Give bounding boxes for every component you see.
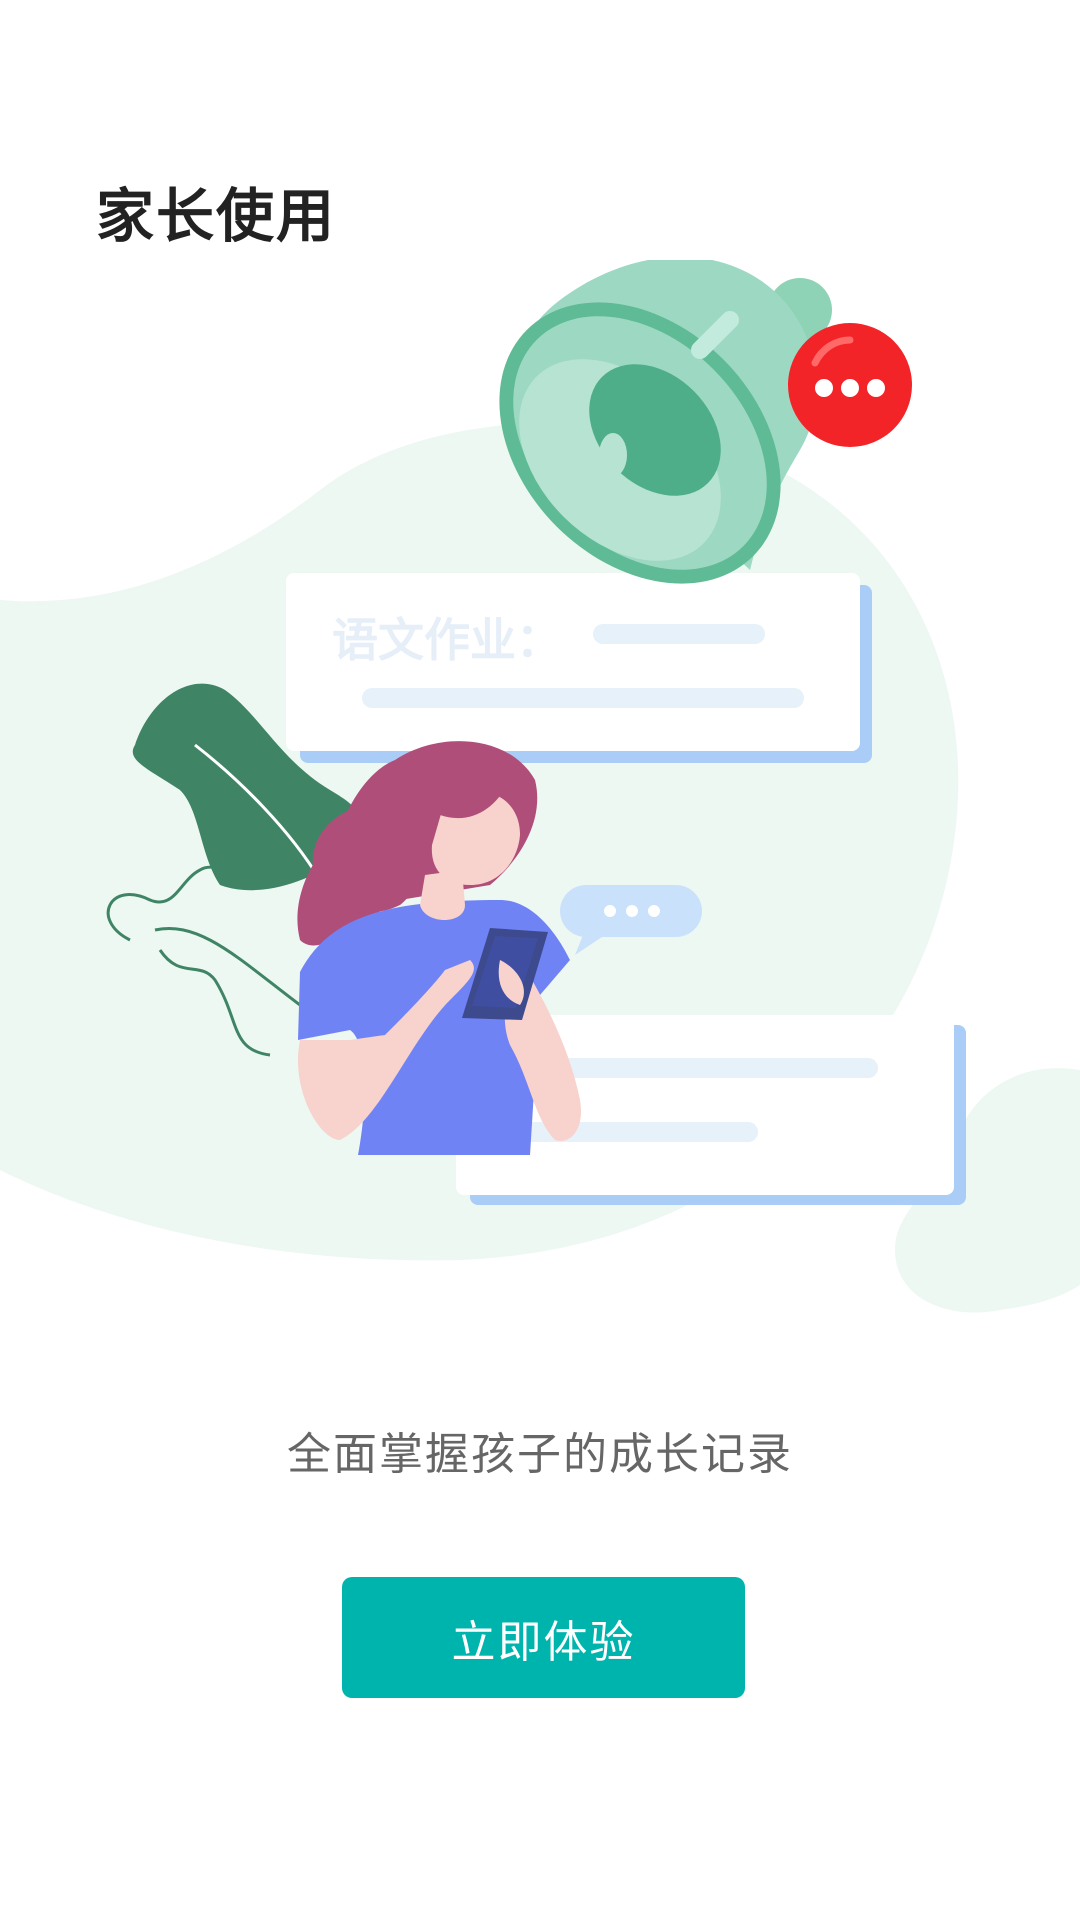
card-placeholder-line <box>560 1058 878 1078</box>
try-now-button[interactable]: 立即体验 <box>342 1577 745 1698</box>
homework-card: 语文作业： <box>286 573 872 763</box>
card-label: 语文作业： <box>332 613 562 667</box>
onboarding-screen: 家长使用 语文作业： 全面掌握孩子的成长记录 立即体验 <box>0 0 1080 1920</box>
card-placeholder-line <box>362 688 804 708</box>
card-placeholder-line <box>593 624 765 644</box>
notification-badge <box>788 323 912 447</box>
parent-notification-illustration: 语文作业： <box>0 260 1080 1313</box>
page-title: 家长使用 <box>96 182 337 250</box>
subtitle: 全面掌握孩子的成长记录 <box>287 1429 793 1480</box>
